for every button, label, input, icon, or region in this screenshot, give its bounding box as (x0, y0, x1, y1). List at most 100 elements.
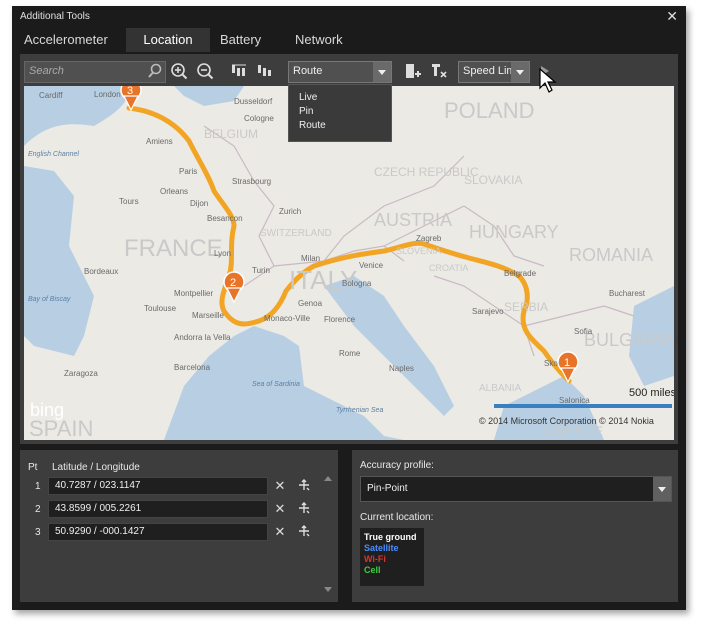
mouse-cursor-icon (539, 68, 557, 93)
city-label: Naples (389, 364, 414, 373)
delete-point-icon[interactable]: ✕ (274, 479, 286, 492)
city-label: Rome (339, 349, 361, 358)
city-label: Salonica (559, 396, 590, 405)
city-label: Amiens (146, 137, 173, 146)
water-label: English Channel (28, 151, 79, 158)
city-label: Marseille (192, 311, 225, 320)
city-label: Tours (119, 197, 139, 206)
svg-text:1: 1 (564, 357, 570, 369)
add-pin-icon[interactable] (404, 62, 422, 80)
country-label-albania: ALBANIA (479, 383, 522, 394)
country-label-slovakia: SLOVAKIA (464, 173, 522, 187)
search-input[interactable] (25, 62, 139, 80)
points-panel: Pt Latitude / Longitude 1 40.7287 / 023.… (20, 450, 338, 602)
location-panel: Route Speed Limit Live Pin Route (20, 54, 678, 444)
chevron-down-icon[interactable] (653, 477, 671, 501)
scroll-up-icon[interactable] (324, 476, 332, 481)
chevron-down-icon[interactable] (373, 62, 391, 82)
latlon-column-header: Latitude / Longitude (52, 462, 140, 473)
current-location-legend: True ground Satellite Wi-Fi Cell (360, 528, 424, 586)
move-point-icon[interactable] (297, 501, 311, 515)
mode-select[interactable]: Route (288, 61, 392, 83)
country-label-romania: ROMANIA (569, 245, 653, 265)
legend-wifi: Wi-Fi (364, 554, 386, 564)
city-label: London (94, 90, 121, 99)
country-label-poland: POLAND (444, 98, 534, 123)
current-location-label: Current location: (360, 512, 434, 523)
city-label: Bucharest (609, 289, 646, 298)
city-label: Montpellier (174, 289, 213, 298)
country-label-belgium: BELGIUM (204, 127, 258, 141)
coordinate-field[interactable]: 43.8599 / 005.2261 (48, 500, 268, 518)
country-label-hungary: HUNGARY (469, 222, 559, 242)
legend-cell: Cell (364, 565, 381, 575)
fit-pins-icon[interactable] (230, 62, 248, 80)
pt-column-header: Pt (28, 462, 38, 473)
mode-option-live[interactable]: Live (289, 91, 391, 105)
row-number: 1 (35, 481, 41, 492)
search-box (24, 61, 166, 83)
zoom-in-icon[interactable] (170, 62, 188, 80)
city-label: Dijon (190, 199, 208, 208)
accuracy-profile-value: Pin-Point (367, 483, 408, 494)
city-label: Florence (324, 315, 356, 324)
water-label: Tyrrhenian Sea (336, 407, 383, 414)
tab-network[interactable]: Network (295, 28, 355, 52)
bottom-area: Pt Latitude / Longitude 1 40.7287 / 023.… (20, 450, 678, 602)
points-scrollbar[interactable] (322, 474, 334, 594)
tab-battery[interactable]: Battery (220, 28, 280, 52)
country-label-france: FRANCE (124, 235, 223, 262)
city-label: Zurich (279, 207, 301, 216)
city-label: Cardiff (39, 91, 63, 100)
scroll-down-icon[interactable] (324, 587, 332, 592)
city-label: Zaragoza (64, 369, 98, 378)
mode-option-pin[interactable]: Pin (289, 105, 391, 119)
city-label: Andorra la Vella (174, 333, 231, 342)
tab-location[interactable]: Location (126, 28, 210, 52)
map-copyright: © 2014 Microsoft Corporation © 2014 Noki… (479, 416, 654, 426)
window-title: Additional Tools (20, 11, 90, 22)
water-label: Sea of Sardinia (252, 381, 300, 388)
city-label: Cologne (244, 114, 274, 123)
speed-limit-select[interactable]: Speed Limit (458, 61, 530, 83)
water-label: Bay of Biscay (28, 296, 71, 303)
city-label: Barcelona (174, 363, 211, 372)
tab-accelerometer[interactable]: Accelerometer (24, 28, 124, 52)
additional-tools-window: Additional Tools ✕ Accelerometer Locatio… (12, 6, 686, 610)
city-label: Toulouse (144, 304, 177, 313)
city-label: Venice (359, 261, 384, 270)
map-toolbar: Route Speed Limit (20, 54, 678, 88)
coordinate-field[interactable]: 40.7287 / 023.1147 (48, 477, 268, 495)
delete-point-icon[interactable]: ✕ (274, 502, 286, 515)
search-icon[interactable] (147, 63, 163, 79)
remove-pin-icon[interactable] (430, 62, 448, 80)
city-label: Zagreb (416, 234, 442, 243)
country-label-serbia: SERBIA (504, 300, 548, 314)
accuracy-profile-label: Accuracy profile: (360, 460, 434, 471)
chevron-down-icon[interactable] (511, 62, 529, 82)
city-label: Bologna (342, 279, 372, 288)
mode-option-route[interactable]: Route (289, 119, 391, 133)
zoom-out-icon[interactable] (196, 62, 214, 80)
country-label-bulgaria: BULGARIA (584, 330, 674, 350)
mode-dropdown-menu: Live Pin Route (288, 84, 392, 142)
clear-pins-icon[interactable] (256, 62, 274, 80)
coordinate-field[interactable]: 50.9290 / -000.1427 (48, 523, 268, 541)
move-point-icon[interactable] (297, 478, 311, 492)
mode-select-value: Route (293, 65, 323, 77)
tab-bar: Accelerometer Location Battery Network (12, 28, 686, 52)
legend-true-ground: True ground (364, 532, 417, 542)
city-label: Paris (179, 167, 197, 176)
row-number: 2 (35, 504, 41, 515)
title-bar: Additional Tools ✕ (12, 6, 686, 26)
city-label: Lyon (214, 249, 231, 258)
svg-text:3: 3 (127, 86, 133, 97)
accuracy-profile-select[interactable]: Pin-Point (360, 476, 672, 502)
city-label: Besancon (207, 214, 243, 223)
scale-bar (494, 404, 672, 408)
close-icon[interactable]: ✕ (666, 8, 678, 25)
move-point-icon[interactable] (297, 524, 311, 538)
delete-point-icon[interactable]: ✕ (274, 525, 286, 538)
city-label: Genoa (298, 299, 323, 308)
country-label-croatia: CROATIA (429, 263, 468, 273)
